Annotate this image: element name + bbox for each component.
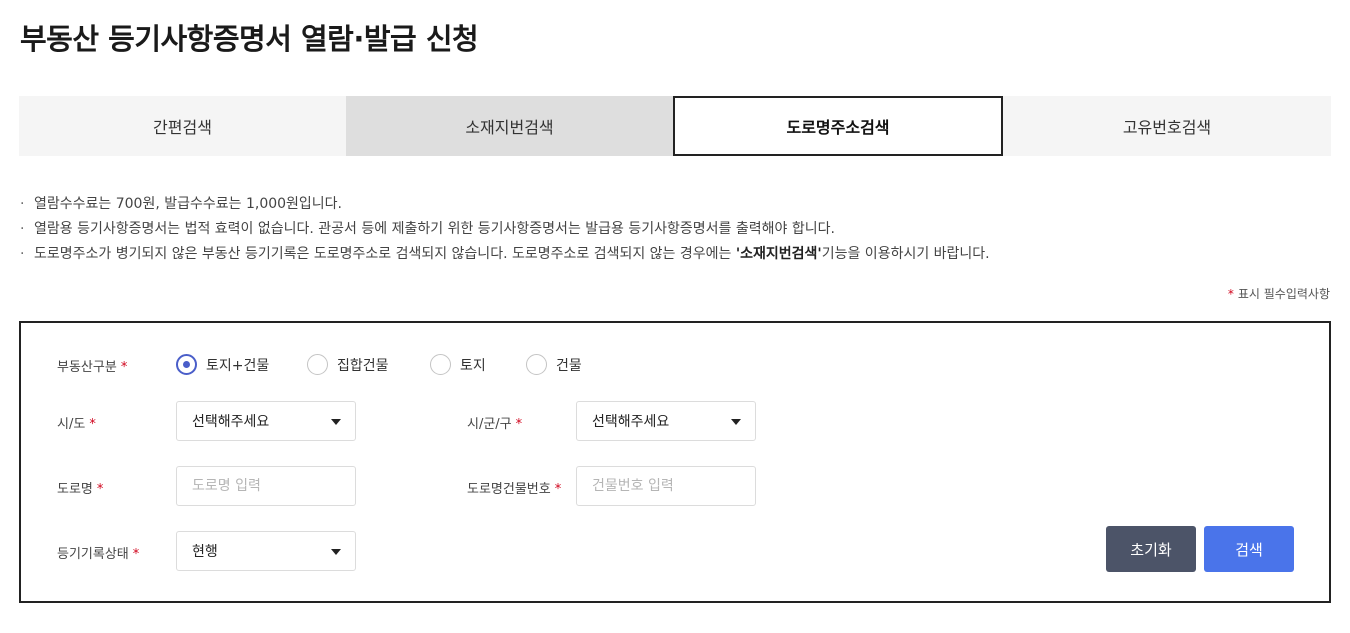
search-form: 부동산구분 * 토지+건물 집합건물 토지 건물 시/도 * 선택해주세요 시/군/… [19, 321, 1331, 603]
notice-fee-text: 열람수수료는 700원, 발급수수료는 1,000원입니다. [34, 196, 343, 212]
radio-checked-icon [176, 354, 197, 375]
sido-select[interactable]: 선택해주세요 [176, 401, 356, 441]
notice-lot-search-highlight: '소재지번검색' [735, 246, 822, 262]
sigungu-select[interactable]: 선택해주세요 [576, 401, 756, 441]
caret-down-icon [331, 419, 341, 425]
radio-building-label: 건물 [556, 357, 582, 374]
record-status-select[interactable]: 현행 [176, 531, 356, 571]
radio-land-building-label: 토지+건물 [206, 357, 270, 374]
tab-unique-number-search[interactable]: 고유번호검색 [1003, 96, 1331, 156]
radio-unchecked-icon [307, 354, 328, 375]
notice-legal-effect: · 열람용 등기사항증명서는 법적 효력이 없습니다. 관공서 등에 제출하기 위… [20, 221, 835, 237]
road-name-label: 도로명 * [57, 482, 104, 497]
sido-label: 시/도 * [57, 417, 96, 432]
radio-unchecked-icon [430, 354, 451, 375]
notice-road-address-tail: 기능을 이용하시기 바랍니다. [821, 246, 990, 262]
record-status-label: 등기기록상태 * [57, 547, 140, 562]
search-tabs: 간편검색 소재지번검색 도로명주소검색 고유번호검색 [19, 96, 1331, 156]
property-type-label: 부동산구분 * [57, 360, 128, 375]
notice-road-address: · 도로명주소가 병기되지 않은 부동산 등기기록은 도로명주소로 검색되지 않습… [20, 246, 990, 262]
radio-land[interactable]: 토지 [430, 354, 486, 375]
building-number-label: 도로명건물번호 * [467, 482, 562, 497]
sido-select-value: 선택해주세요 [192, 414, 270, 430]
sigungu-label: 시/군/구 * [467, 417, 523, 432]
radio-land-label: 토지 [460, 357, 486, 374]
sigungu-select-value: 선택해주세요 [592, 414, 670, 430]
required-note-text: 표시 필수입력사항 [1237, 287, 1330, 301]
radio-unchecked-icon [526, 354, 547, 375]
reset-button[interactable]: 초기화 [1106, 526, 1196, 572]
notice-list: · 열람수수료는 700원, 발급수수료는 1,000원입니다. · 열람용 등기사… [20, 193, 990, 268]
notice-legal-effect-text: 열람용 등기사항증명서는 법적 효력이 없습니다. 관공서 등에 제출하기 위한… [34, 221, 835, 237]
page-title: 부동산 등기사항증명서 열람·발급 신청 [20, 22, 479, 56]
tab-lot-number-search[interactable]: 소재지번검색 [346, 96, 673, 156]
caret-down-icon [731, 419, 741, 425]
notice-fee: · 열람수수료는 700원, 발급수수료는 1,000원입니다. [20, 196, 343, 212]
radio-collective-building-label: 집합건물 [337, 357, 389, 374]
required-star: * [1227, 287, 1234, 301]
caret-down-icon [331, 549, 341, 555]
radio-land-building[interactable]: 토지+건물 [176, 354, 269, 375]
record-status-select-value: 현행 [192, 544, 218, 560]
radio-collective-building[interactable]: 집합건물 [307, 354, 389, 375]
radio-building[interactable]: 건물 [526, 354, 582, 375]
road-name-input[interactable] [176, 466, 356, 506]
notice-road-address-text: 도로명주소가 병기되지 않은 부동산 등기기록은 도로명주소로 검색되지 않습니… [34, 246, 736, 262]
required-field-note: * 표시 필수입력사항 [1228, 285, 1330, 302]
search-button[interactable]: 검색 [1204, 526, 1294, 572]
building-number-input[interactable] [576, 466, 756, 506]
tab-simple-search[interactable]: 간편검색 [19, 96, 346, 156]
tab-road-address-search[interactable]: 도로명주소검색 [673, 96, 1003, 156]
